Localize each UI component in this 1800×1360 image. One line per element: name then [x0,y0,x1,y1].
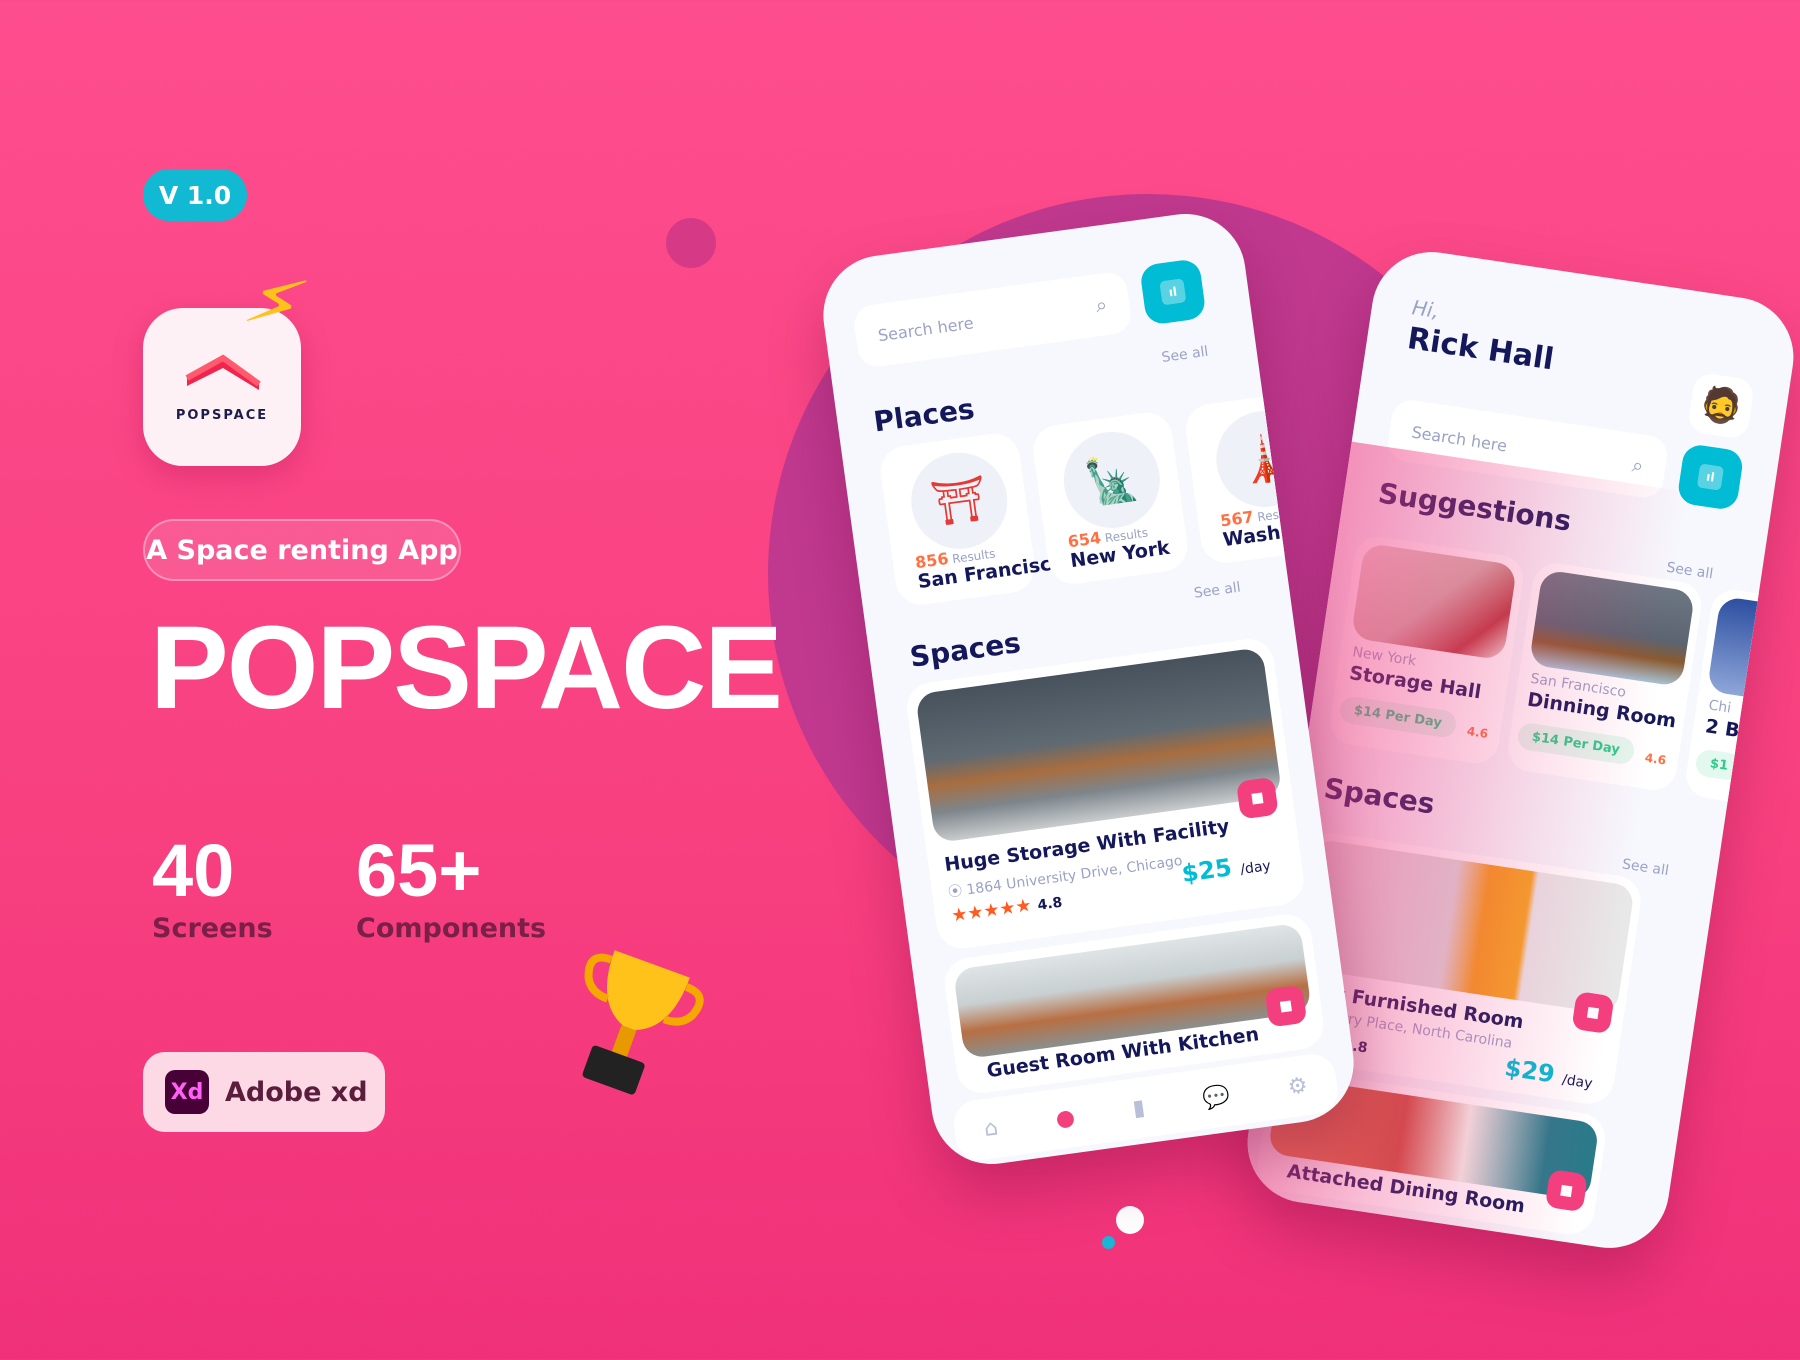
filter-button[interactable]: ıl [1676,442,1745,512]
filter-button[interactable]: ıl [1139,258,1207,326]
space-price: $29 /day [1503,1053,1595,1094]
explore-icon[interactable]: ● [1054,1104,1076,1131]
page-title: POPSPACE [150,602,783,734]
stat-screens: 40 Screens [152,828,273,944]
see-all-link[interactable]: See all [1193,579,1242,601]
card-title: Storage Hall [1347,662,1483,704]
chart-icon: ıl [1159,278,1187,306]
price-unit: /day [1560,1071,1594,1093]
bookmark-button[interactable]: ■ [1544,1169,1588,1213]
see-all-link[interactable]: See all [1161,344,1210,366]
stat-value: 65+ [356,829,482,912]
location-pin-icon: ⦿ [947,883,964,901]
price-value: $25 [1180,853,1234,888]
stat-value: 40 [152,829,235,912]
room-photo [1528,569,1696,688]
rating: 4.6 [1465,723,1490,741]
statue-of-liberty-icon: 🗽 [1057,425,1166,534]
price-pill: $14 Per Day [1516,721,1636,766]
section-title: Spaces [1321,771,1437,821]
bookmark-button[interactable]: ■ [1235,776,1279,820]
suggestion-card[interactable]: Chi 2 B $1 [1683,586,1800,820]
price-pill: $14 Per Day [1338,695,1458,739]
golden-gate-bridge-icon: ⛩ [905,446,1014,555]
trophy-icon [582,950,704,1095]
user-name: Rick Hall [1405,320,1557,378]
search-placeholder: Search here [1410,422,1509,456]
room-photo [1706,595,1800,714]
search-placeholder: Search here [876,312,975,345]
section-title: Places [871,392,977,439]
bookmark-button[interactable]: ■ [1571,990,1615,1035]
price-unit: /day [1239,857,1272,878]
search-input[interactable]: Search here ⌕ [852,270,1133,369]
bookmark-button[interactable]: ■ [1264,984,1308,1028]
decorative-dot [1116,1206,1144,1234]
settings-icon[interactable]: ⚙ [1286,1073,1309,1100]
version-badge: V 1.0 [143,169,247,221]
app-icon-name: POPSPACE [175,408,269,423]
house-roof-icon [185,354,261,390]
suggestion-card[interactable]: San Francisco Dinning Room $14 Per Day 4… [1505,560,1705,794]
bookmark-icon[interactable]: ▮ [1131,1095,1146,1121]
section-title: Suggestions [1376,476,1574,538]
stat-label: Screens [152,913,273,944]
card-city: Chi [1707,697,1733,717]
adobe-xd-logo: Xd [165,1070,209,1114]
tool-label: Adobe xd [225,1076,368,1108]
space-card[interactable]: ■ Huge Storage With Facility ⦿ 1864 Univ… [903,635,1307,952]
tool-badge: Xd Adobe xd [143,1052,385,1132]
search-icon: ⌕ [1630,452,1646,478]
price-value: $29 [1502,1053,1557,1089]
room-photo [1350,542,1518,661]
decorative-dot [666,218,716,268]
chat-icon[interactable]: 💬 [1201,1083,1232,1111]
suggestion-card[interactable]: New York Storage Hall $14 Per Day 4.6 [1327,533,1527,767]
stat-components: 65+ Components [356,828,546,944]
place-card[interactable]: 🗽 654 Results New York [1030,409,1191,588]
stat-label: Components [356,913,547,944]
decorative-dot [1102,1236,1115,1249]
tagline: A Space renting App [143,519,461,581]
rating: 4.6 [1643,750,1668,768]
room-photo [915,647,1283,844]
see-all-link[interactable]: See all [1665,560,1714,583]
greeting: Hi, [1410,295,1441,323]
avatar[interactable]: 🧔 [1686,371,1756,440]
home-icon[interactable]: ⌂ [982,1115,999,1142]
price-pill: $1 [1694,748,1744,782]
search-icon: ⌕ [1094,292,1109,318]
see-all-link[interactable]: See all [1621,856,1670,879]
card-title: 2 B [1703,715,1742,743]
space-price: $25 /day [1180,848,1272,888]
rating-value: 4.8 [1036,894,1064,914]
chart-icon: ıl [1696,463,1725,491]
place-card[interactable]: ⛩ 856 Results San Francisc [877,430,1053,608]
section-title: Spaces [907,625,1023,674]
lightning-icon: ⚡ [233,249,319,356]
